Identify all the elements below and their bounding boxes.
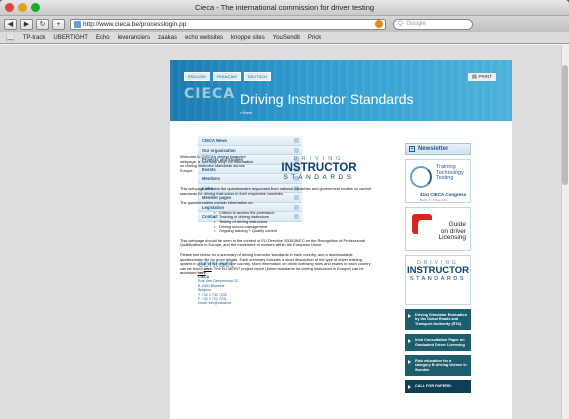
dis-banner[interactable]: DRIVING INSTRUCTOR STANDARDS bbox=[405, 255, 471, 305]
dis-logo: DRIVING INSTRUCTOR STANDARDS bbox=[264, 155, 374, 181]
bookmark-item[interactable]: knoppe sites bbox=[231, 35, 265, 41]
newsletter-label: Newsletter bbox=[418, 146, 449, 152]
guide-text: Guide on driver Licensing bbox=[438, 221, 466, 242]
book-icon[interactable]: 📖 bbox=[6, 34, 15, 42]
paragraph-1: This webpage contains the questionnaire … bbox=[180, 186, 372, 196]
paragraph-4-c: . bbox=[205, 270, 207, 276]
reload-button[interactable]: ↻ bbox=[36, 18, 49, 30]
lang-english[interactable]: ENGLISH bbox=[184, 72, 210, 81]
bookmark-item[interactable]: UBERTIGHT bbox=[53, 35, 88, 41]
bookmark-item[interactable]: zaakas bbox=[158, 35, 177, 41]
dis-logo-mid: INSTRUCTOR bbox=[281, 162, 357, 174]
intro-paragraph: Welcome to CIECA's driving instructor we… bbox=[180, 154, 254, 173]
paragraph-2: The questionnaires contain information o… bbox=[180, 200, 254, 206]
browser-toolbar: ◀ ▶ ↻ + http://www.cieca.be/processlogin… bbox=[0, 16, 569, 32]
nav-label: CIECA News bbox=[202, 138, 227, 143]
lang-french[interactable]: FRANÇAIS bbox=[212, 72, 241, 81]
arrow-icon bbox=[294, 147, 299, 153]
minimize-icon[interactable] bbox=[18, 3, 27, 12]
print-button[interactable]: 🖨 PRINT bbox=[467, 73, 496, 81]
bookmark-item[interactable]: YouSendit bbox=[273, 35, 300, 41]
ttt-text: Training Technology Testing bbox=[436, 164, 464, 182]
guide-line: Licensing bbox=[438, 234, 466, 242]
language-switcher: ENGLISH FRANÇAIS DEUTSCH bbox=[184, 72, 272, 81]
paragraph-4: Please see below for a summary of drivin… bbox=[180, 252, 374, 276]
newsletter-header[interactable]: + Newsletter bbox=[405, 143, 471, 155]
bookmarks-bar: 📖 TP-track UBERTIGHT Echo leveranciers z… bbox=[0, 32, 569, 44]
dis-banner-bot: STANDARDS bbox=[409, 276, 466, 282]
print-label: PRINT bbox=[478, 74, 493, 79]
news-item[interactable]: Risk education for a category B driving … bbox=[405, 355, 471, 377]
bookmark-item[interactable]: Prick bbox=[308, 35, 321, 41]
site-favicon-icon bbox=[74, 20, 81, 28]
rss-icon[interactable] bbox=[375, 20, 383, 28]
nav-label: Our organisation bbox=[202, 147, 236, 153]
close-icon[interactable] bbox=[5, 3, 14, 12]
cieca-logo[interactable]: CIECA bbox=[184, 86, 235, 102]
url-text: http://www.cieca.be/processlogin.pp bbox=[83, 20, 187, 28]
merit-report-link[interactable]: here bbox=[198, 270, 206, 276]
maximize-icon[interactable] bbox=[31, 3, 40, 12]
news-item[interactable]: Driving Simulator Evaluation by the Duba… bbox=[405, 309, 471, 331]
congress-date: Berlin, 5 - 8 May 2009 bbox=[420, 198, 448, 202]
plus-icon: + bbox=[409, 146, 415, 152]
scrollbar-thumb[interactable] bbox=[562, 65, 568, 185]
list-item: Ongoing training + Quality control bbox=[214, 229, 374, 234]
congress-banner[interactable]: Training Technology Testing 41st CIECA C… bbox=[405, 159, 471, 203]
congress-title: 41st CIECA Congress bbox=[420, 192, 467, 197]
guide-banner[interactable]: Guide on driver Licensing bbox=[405, 207, 471, 251]
ttt-logo-icon bbox=[410, 166, 432, 188]
ttt-line: Testing bbox=[436, 175, 454, 182]
site-banner: ENGLISH FRANÇAIS DEUTSCH 🖨 PRINT CIECA D… bbox=[170, 60, 512, 121]
window-title: Cieca - The international commission for… bbox=[194, 3, 375, 12]
scrollbar[interactable] bbox=[561, 45, 569, 419]
paragraph-3: This webpage should be seen in the conte… bbox=[180, 237, 365, 248]
back-button[interactable]: ◀ bbox=[4, 18, 17, 30]
lang-german[interactable]: DEUTSCH bbox=[243, 72, 272, 81]
bookmark-item[interactable]: leveranciers bbox=[118, 35, 150, 41]
nav-item-cieca-news[interactable]: CIECA News bbox=[198, 136, 302, 146]
page-title: Driving Instructor Standards bbox=[240, 91, 414, 107]
news-item[interactable]: CALL FOR PAPERS: bbox=[405, 380, 471, 393]
main-article: Welcome to CIECA's driving instructor we… bbox=[180, 154, 374, 281]
arrow-icon bbox=[294, 138, 299, 143]
bookmark-item[interactable]: echo websites bbox=[185, 35, 223, 41]
contact-email[interactable]: email: info@cieca.be bbox=[198, 301, 302, 305]
intro-row: Welcome to CIECA's driving instructor we… bbox=[180, 154, 374, 181]
title-bar: Cieca - The international commission for… bbox=[0, 0, 569, 16]
dis-banner-mid: INSTRUCTOR bbox=[406, 265, 470, 276]
bookmark-item[interactable]: Echo bbox=[96, 35, 110, 41]
search-input[interactable]: Q- Google bbox=[393, 18, 473, 30]
forward-button[interactable]: ▶ bbox=[20, 18, 33, 30]
window-controls bbox=[5, 3, 40, 12]
breadcrumb[interactable]: » Home bbox=[240, 111, 252, 115]
guide-logo-icon bbox=[412, 214, 432, 234]
dis-logo-bot: STANDARDS bbox=[283, 174, 355, 181]
criteria-list: Criteria to access the profession Traini… bbox=[214, 210, 374, 234]
news-item[interactable]: Irish Consultation Paper on Graduated Dr… bbox=[405, 334, 471, 352]
address-bar[interactable]: http://www.cieca.be/processlogin.pp bbox=[70, 18, 386, 30]
bookmark-item[interactable]: TP-track bbox=[23, 35, 46, 41]
add-bookmark-button[interactable]: + bbox=[52, 18, 65, 30]
right-sidebar: + Newsletter Training Technology Testing… bbox=[405, 143, 471, 393]
